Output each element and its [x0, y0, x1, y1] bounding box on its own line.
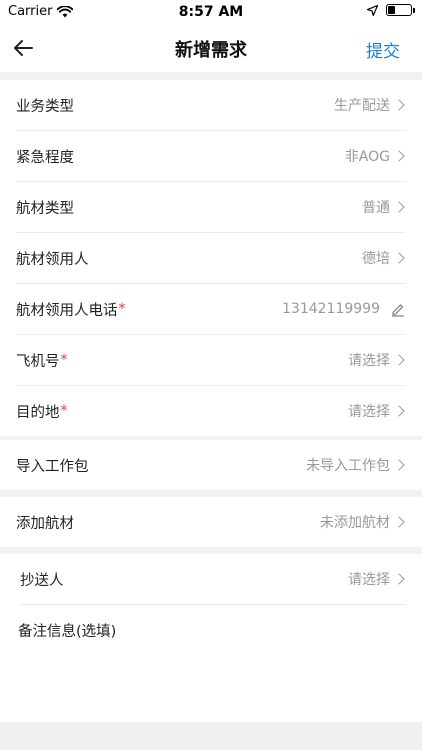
status-time: 8:57 AM	[178, 4, 244, 20]
required-mark: *	[60, 352, 68, 368]
row-label: 航材领用人电话	[16, 302, 118, 319]
bottom-bar	[0, 722, 422, 750]
chevron-right-icon	[393, 405, 405, 417]
row-value: 请选择	[348, 353, 390, 369]
page-title: 新增需求	[175, 40, 247, 61]
row-value: 请选择	[348, 404, 390, 420]
recipient-row[interactable]: 航材领用人 德培	[16, 233, 406, 284]
business-type-row[interactable]: 业务类型 生产配送	[16, 80, 406, 131]
row-value: 未添加航材	[320, 515, 390, 531]
row-label: 业务类型	[16, 98, 74, 115]
row-label: 航材领用人	[16, 251, 89, 268]
form-group-main: 业务类型 生产配送 紧急程度 非AOG 航材类型 普通 航材领用人 德培 航材领…	[0, 80, 422, 436]
chevron-right-icon	[393, 459, 405, 471]
status-bar: Carrier 8:57 AM	[0, 0, 422, 24]
chevron-right-icon	[393, 150, 405, 162]
destination-row[interactable]: 目的地 * 请选择	[16, 386, 406, 436]
aircraft-number-row[interactable]: 飞机号 * 请选择	[16, 335, 406, 386]
status-right	[367, 4, 415, 16]
battery-fill	[388, 6, 395, 14]
row-value: 非AOG	[344, 149, 390, 165]
location-arrow-icon	[367, 4, 378, 16]
form-group-material: 添加航材 未添加航材	[0, 497, 422, 547]
row-value: 请选择	[348, 572, 390, 588]
row-label: 导入工作包	[16, 458, 89, 475]
pencil-icon[interactable]	[390, 301, 406, 317]
row-label: 添加航材	[16, 515, 74, 532]
battery-icon	[386, 4, 415, 16]
form-group-cc-notes: 抄送人 请选择 备注信息(选填)	[0, 554, 422, 722]
import-workpack-row[interactable]: 导入工作包 未导入工作包	[16, 440, 406, 490]
row-value: 未导入工作包	[306, 458, 390, 474]
nav-bar: 新增需求 提交	[0, 24, 422, 72]
row-label: 飞机号	[16, 353, 60, 370]
required-mark: *	[60, 403, 68, 419]
chevron-right-icon	[393, 252, 405, 264]
chevron-right-icon	[393, 201, 405, 213]
form-group-workpack: 导入工作包 未导入工作包	[0, 440, 422, 490]
add-material-row[interactable]: 添加航材 未添加航材	[16, 497, 406, 547]
urgency-row[interactable]: 紧急程度 非AOG	[16, 131, 406, 182]
chevron-right-icon	[393, 354, 405, 366]
row-value: 生产配送	[334, 98, 390, 114]
phone-value: 13142119999	[282, 301, 380, 317]
row-label: 紧急程度	[16, 149, 74, 166]
submit-button[interactable]: 提交	[366, 37, 400, 62]
row-value: 德培	[362, 251, 390, 267]
row-value: 普通	[362, 200, 390, 216]
row-label: 航材类型	[16, 200, 74, 217]
notes-label: 备注信息(选填)	[18, 624, 117, 640]
row-label: 目的地	[16, 404, 60, 421]
chevron-right-icon	[393, 516, 405, 528]
material-type-row[interactable]: 航材类型 普通	[16, 182, 406, 233]
chevron-right-icon	[393, 573, 405, 585]
cc-row[interactable]: 抄送人 请选择	[20, 554, 406, 605]
row-label: 抄送人	[20, 572, 64, 589]
required-mark: *	[118, 301, 126, 317]
notes-textarea[interactable]: 备注信息(选填)	[0, 606, 422, 722]
chevron-right-icon	[393, 99, 405, 111]
recipient-phone-row[interactable]: 航材领用人电话 * 13142119999	[16, 284, 406, 335]
